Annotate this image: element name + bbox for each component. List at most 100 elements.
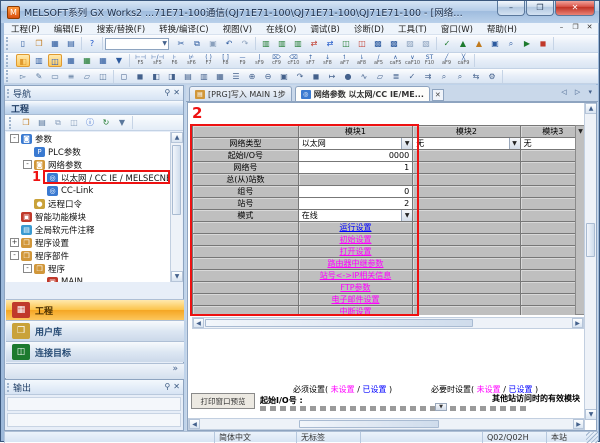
tree-item-PLC[interactable]: PPLC参数 [6,145,172,158]
setting-link-FTP[interactable]: FTP参数 [340,283,370,292]
maximize-button[interactable]: ❐ [526,1,554,16]
setting-link-IP[interactable]: 站号<->IP相关信息 [320,271,391,280]
tree-item-[interactable]: +❒程序设置 [6,236,172,249]
grid-cell-module2[interactable] [413,162,520,174]
document-vertical-scrollbar[interactable]: ▲ ▼ [584,103,596,420]
pin-icon[interactable]: ⚲ [164,382,170,391]
device-batch-monitor-icon[interactable]: ▩ [371,37,385,50]
find-instruction-icon[interactable]: ⌕ [453,70,467,83]
element-selection-window-icon[interactable]: ▥ [32,54,46,67]
setting-link-[interactable]: 中断设置 [339,307,371,315]
select-mode-icon[interactable]: ▻ [16,70,30,83]
scroll-thumb[interactable] [586,223,595,257]
ladder-open-branch-icon[interactable]: ⊦F6 [167,54,182,67]
nav-view-button-连接目标[interactable]: ◫连接目标 [6,341,184,362]
start-simulation-icon[interactable]: ▶ [520,37,534,50]
watch-window-1-icon[interactable]: ▦ [96,54,110,67]
ladder-pulse-result-fall-icon[interactable]: ∨caF10 [405,54,420,67]
menu-W[interactable]: 窗口(W) [434,23,480,35]
minimize-button[interactable]: – [497,1,525,16]
online-program-change-icon[interactable]: ▲ [472,37,486,50]
tree-item-MAIN[interactable]: ▣MAIN [6,275,172,282]
replace-icon[interactable]: ⇆ [469,70,483,83]
ladder-falling-pulse-close-icon[interactable]: ⇂aF8 [354,54,369,67]
step-icon[interactable]: ↦ [325,70,339,83]
mdi-close-button[interactable]: ✕ [583,23,596,33]
filter-icon[interactable]: ▼ [115,116,129,129]
tab-network-parameter[interactable]: ◎网络参数 以太网/CC IE/ME... [295,86,430,101]
ladder-coil-icon[interactable]: ( )F7 [201,54,216,67]
grid-horizontal-scrollbar[interactable]: ◀ ▶ [192,317,584,329]
save-project-icon[interactable]: ▦ [48,37,62,50]
monitor-stop-icon[interactable]: ◫ [355,37,369,50]
trace-icon[interactable]: ∿ [357,70,371,83]
tree-item-CCIEMELSECNET[interactable]: ◎以太网 / CC IE / MELSECNET [6,171,172,184]
comment-edit-icon[interactable]: ▭ [48,70,62,83]
setting-link-[interactable]: 初始设置 [339,235,371,244]
tree-scrollbar[interactable]: ▲ ▼ [170,132,182,282]
statement-edit-icon[interactable]: ≡ [64,70,78,83]
grid-cell-module1[interactable]: 1 [298,162,412,174]
transfer-setup-icon[interactable]: ⇄ [307,37,321,50]
close-panel-icon[interactable]: ✕ [173,382,180,391]
ladder-invert-result-icon[interactable]: /aF5 [371,54,386,67]
statement-display-icon[interactable]: ▥ [197,70,211,83]
menu-F[interactable]: 搜索/替换(F) [90,23,152,35]
tab-program-main[interactable]: ▤[PRG]写入 MAIN 1步 [189,86,292,101]
menu-B[interactable]: 调试(B) [303,23,346,35]
tree-item-[interactable]: ●远程口令 [6,197,172,210]
grid-cell-module1[interactable]: 2 [298,198,412,210]
verify-with-plc-icon[interactable]: ▥ [291,37,305,50]
property-icon[interactable]: ⓘ [83,116,97,129]
display-lines-icon[interactable]: ☰ [229,70,243,83]
menu-V[interactable]: 视图(V) [216,23,259,35]
break-icon[interactable]: ● [341,70,355,83]
paste-icon[interactable]: ▣ [206,37,220,50]
toolbar-grip[interactable] [6,37,11,51]
scroll-thumb[interactable] [299,420,439,428]
monitor-write-mode-icon[interactable]: ◨ [165,70,179,83]
scroll-up-icon[interactable]: ▲ [171,132,183,143]
mdi-minimize-button[interactable]: – [555,23,568,33]
tree-item-[interactable]: ▣智能功能模块 [6,210,172,223]
stop-simulation-icon[interactable]: ◼ [536,37,550,50]
convert-icon[interactable]: ⇉ [421,70,435,83]
sort-icon[interactable]: ▤ [35,116,49,129]
interlock-mode-icon[interactable]: ✎ [32,70,46,83]
grid-cell-module1[interactable]: 以太网▼ [298,138,412,150]
tree-item-[interactable]: -◙参数 [6,132,172,145]
redo-icon[interactable]: ↷ [238,37,252,50]
ladder-delete-vline-icon[interactable]: ⌫cF10 [286,54,301,67]
comment-display-icon[interactable]: ▤ [181,70,195,83]
new-data-icon[interactable]: ❒ [19,116,33,129]
dropdown-arrow-icon[interactable]: ▼ [401,210,412,221]
zoom-in-icon[interactable]: ⊕ [245,70,259,83]
help-icon[interactable]: ? [85,37,99,50]
ladder-pulse-result-icon[interactable]: ∧caF5 [388,54,403,67]
grid-cell-module2[interactable]: ▼ [413,210,520,222]
new-project-icon[interactable]: ▯ [16,37,30,50]
open-project-icon[interactable]: ❒ [32,37,46,50]
monitor-mode-icon[interactable]: ◧ [149,70,163,83]
menu-D[interactable]: 诊断(D) [347,23,391,35]
find-device-icon[interactable]: ⌕ [437,70,451,83]
undo-icon[interactable]: ↶ [222,37,236,50]
cross-reference-icon[interactable]: ⌕ [504,37,518,50]
toolbar-grip[interactable] [9,117,14,129]
ladder-rising-pulse-icon[interactable]: ↑sF7 [303,54,318,67]
ladder-close-contact-icon[interactable]: ⊢/⊣sF5 [150,54,165,67]
program-check-icon[interactable]: ✓ [440,37,454,50]
label-icon[interactable]: ▱ [373,70,387,83]
grid-cell-module1[interactable]: 在线▼ [298,210,412,222]
menu-E[interactable]: 编辑(E) [47,23,90,35]
collapse-minus-icon[interactable]: - [10,251,19,260]
print-window-preview-button[interactable]: 打印窗口预览 [191,393,255,409]
note-edit-icon[interactable]: ▱ [80,70,94,83]
setting-link-[interactable]: 电子邮件设置 [331,295,379,304]
nav-expand-chevron[interactable]: » [6,363,184,379]
collapse-minus-icon[interactable]: - [10,134,19,143]
rebuild-all-icon[interactable]: ▣ [488,37,502,50]
scroll-down-icon[interactable]: ▼ [171,271,183,282]
expand-plus-icon[interactable]: + [10,238,19,247]
options-icon[interactable]: ⚙ [485,70,499,83]
